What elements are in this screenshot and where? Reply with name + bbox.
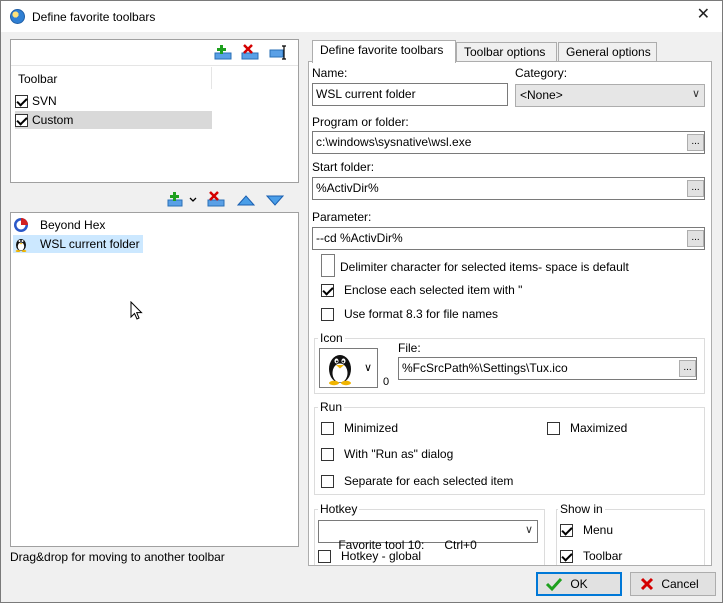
category-select[interactable]: <None> ∨ [515, 84, 705, 107]
separate-checkbox[interactable] [321, 474, 334, 488]
icon-group-title: Icon [318, 331, 345, 345]
enclose-checkbox[interactable] [321, 283, 334, 297]
svn-checkbox[interactable] [15, 94, 28, 108]
program-field[interactable]: c:\windows\sysnative\wsl.exe [312, 131, 705, 154]
chevron-down-icon: ∨ [524, 524, 533, 536]
show-toolbar-checkbox[interactable] [560, 549, 573, 563]
app-icon [10, 9, 25, 24]
run-group-title: Run [318, 400, 345, 414]
maximized-label: Maximized [570, 421, 628, 435]
tab-general-options[interactable]: General options [558, 42, 657, 62]
icon-file-field[interactable]: %FcSrcPath%\Settings\Tux.ico [398, 357, 697, 380]
hotkey-global-label: Hotkey - global [341, 549, 422, 563]
move-up-icon[interactable] [237, 193, 255, 209]
enclose-label: Enclose each selected item with " [344, 283, 523, 297]
icon-file-browse-button[interactable]: ... [679, 360, 696, 377]
icon-index: 0 [383, 376, 390, 388]
delete-toolbar-icon[interactable] [241, 44, 259, 60]
mouse-cursor-icon [130, 301, 143, 320]
add-dropdown-icon[interactable] [189, 197, 197, 203]
start-folder-browse-button[interactable]: ... [687, 180, 704, 197]
hotkey-global-checkbox[interactable] [318, 549, 331, 563]
x-icon [640, 577, 654, 591]
start-folder-field[interactable]: %ActivDir% [312, 177, 705, 200]
name-field[interactable]: WSL current folder [312, 83, 508, 106]
add-button-icon[interactable] [167, 191, 185, 207]
tux-icon [329, 355, 351, 386]
program-browse-button[interactable]: ... [687, 134, 704, 151]
run-as-label: With "Run as" dialog [344, 447, 454, 461]
maximized-checkbox-row[interactable]: Maximized [547, 421, 627, 435]
tux-icon [15, 239, 27, 252]
run-as-checkbox[interactable] [321, 447, 334, 461]
separate-label: Separate for each selected item [344, 474, 514, 488]
show-in-group-title: Show in [558, 502, 605, 516]
parameter-field[interactable]: --cd %ActivDir% [312, 227, 705, 250]
icon-picker[interactable]: ∨ [319, 348, 378, 388]
format83-checkbox[interactable] [321, 307, 334, 321]
list-item-beyond-hex[interactable]: Beyond Hex [13, 216, 105, 234]
minimized-label: Minimized [344, 421, 399, 435]
cancel-label: Cancel [661, 577, 699, 591]
show-menu-checkbox-row[interactable]: Menu [560, 523, 613, 537]
start-folder-label: Start folder: [312, 160, 375, 174]
show-toolbar-label: Toolbar [583, 549, 623, 563]
tab-toolbar-options[interactable]: Toolbar options [456, 42, 557, 62]
format83-checkbox-row[interactable]: Use format 8.3 for file names [321, 307, 498, 321]
toolbar-list-panel: Toolbar SVN Custom [10, 39, 299, 183]
chevron-down-icon: ∨ [691, 88, 700, 100]
show-toolbar-checkbox-row[interactable]: Toolbar [560, 549, 622, 563]
toolbar-item-custom[interactable]: Custom [15, 111, 212, 129]
format83-label: Use format 8.3 for file names [344, 307, 499, 321]
category-label: Category: [515, 66, 568, 80]
move-down-icon[interactable] [266, 193, 284, 209]
name-label: Name: [312, 66, 348, 80]
tab-define-favorite-toolbars[interactable]: Define favorite toolbars [312, 40, 456, 63]
toolbar-item-label: Custom [32, 113, 74, 127]
status-hint: Drag&drop for moving to another toolbar [10, 550, 225, 564]
hotkey-select[interactable]: Favorite tool 10: Ctrl+0 ∨ [318, 520, 538, 552]
category-value: <None> [520, 88, 563, 102]
show-menu-checkbox[interactable] [560, 523, 573, 537]
minimized-checkbox[interactable] [321, 421, 334, 435]
show-menu-label: Menu [583, 523, 614, 537]
window-title: Define favorite toolbars [32, 10, 156, 24]
minimized-checkbox-row[interactable]: Minimized [321, 421, 398, 435]
close-icon[interactable]: ✕ [697, 7, 710, 23]
enclose-checkbox-row[interactable]: Enclose each selected item with " [321, 283, 522, 297]
program-label: Program or folder: [312, 115, 409, 129]
title-bar: Define favorite toolbars ✕ [1, 1, 722, 32]
run-as-checkbox-row[interactable]: With "Run as" dialog [321, 447, 453, 461]
dialog-window: Define favorite toolbars ✕ Toolbar SVN C… [0, 0, 723, 603]
rename-toolbar-icon[interactable] [269, 44, 287, 60]
delimiter-field[interactable] [321, 254, 335, 277]
button-list-panel: Beyond Hex WSL current folder [10, 212, 299, 547]
ok-button[interactable]: OK [536, 572, 622, 596]
delimiter-label: Delimiter character for selected items- … [340, 260, 629, 274]
list-item-label: WSL current folder [40, 237, 140, 251]
list-item-label: Beyond Hex [40, 218, 106, 232]
maximized-checkbox[interactable] [547, 421, 560, 435]
beyond-hex-icon [14, 218, 28, 232]
parameter-label: Parameter: [312, 210, 372, 224]
list-item-wsl[interactable]: WSL current folder [13, 235, 143, 253]
cancel-button[interactable]: Cancel [630, 572, 716, 596]
hotkey-group-title: Hotkey [318, 502, 360, 516]
custom-checkbox[interactable] [15, 113, 28, 127]
chevron-down-icon: ∨ [364, 362, 373, 374]
check-icon [545, 577, 563, 592]
delete-button-icon[interactable] [207, 191, 225, 207]
toolbar-column-header: Toolbar [18, 72, 58, 86]
parameter-browse-button[interactable]: ... [687, 230, 704, 247]
toolbar-item-label: SVN [32, 94, 57, 108]
hotkey-global-checkbox-row[interactable]: Hotkey - global [318, 549, 421, 563]
toolbar-item-svn[interactable]: SVN [15, 92, 57, 110]
separate-checkbox-row[interactable]: Separate for each selected item [321, 474, 513, 488]
ok-label: OK [570, 577, 588, 591]
icon-file-label: File: [398, 341, 421, 355]
add-toolbar-icon[interactable] [214, 44, 232, 60]
